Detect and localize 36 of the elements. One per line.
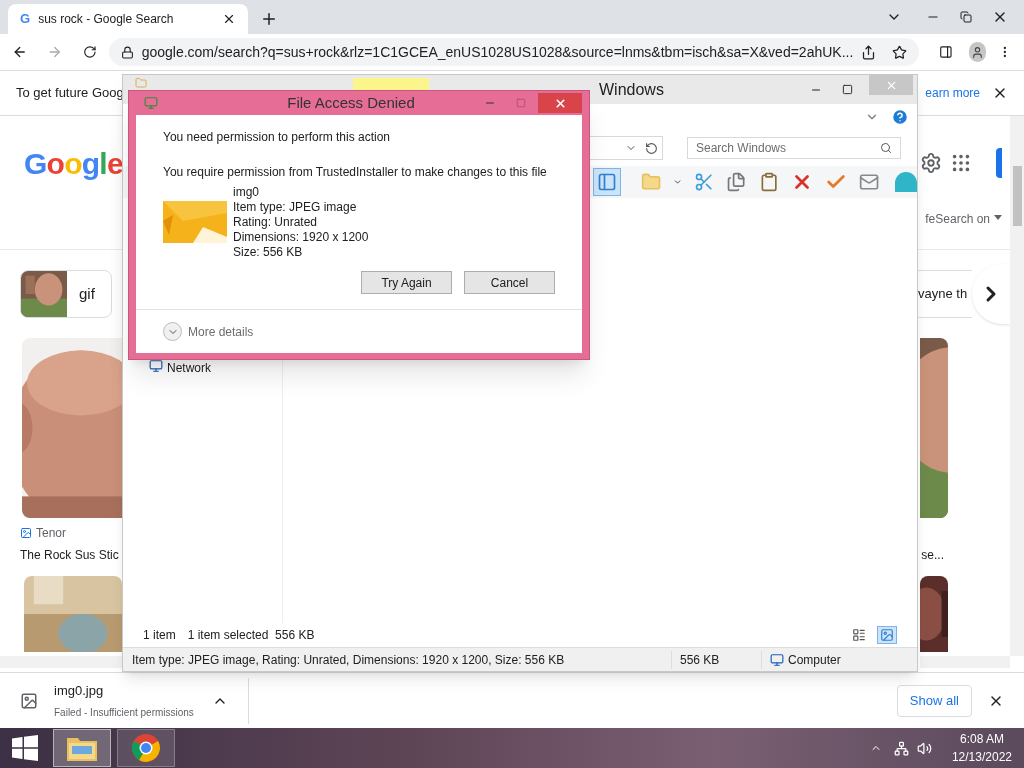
filter-chip[interactable]: gif <box>20 270 112 318</box>
clock-time[interactable]: 6:08 AM <box>959 730 1004 748</box>
window-title: Windows <box>599 79 664 100</box>
download-status: Failed - Insufficient permissions <box>54 705 195 720</box>
safesearch-label[interactable]: feSearch on <box>925 210 990 228</box>
tab-title: sus rock - Google Search <box>38 11 175 28</box>
item-count: 1 item <box>143 627 176 644</box>
result-source[interactable]: Tenor <box>36 524 67 542</box>
dialog-button[interactable]: Cancel <box>464 271 555 294</box>
file-info-line: img0 <box>233 185 260 200</box>
clock-date[interactable]: 12/13/2022 <box>951 748 1012 766</box>
file-info-line: Rating: Unrated <box>233 215 319 230</box>
file-info-line: Dimensions: 1920 x 1200 <box>233 230 369 245</box>
download-filename[interactable]: img0.jpg <box>54 681 204 701</box>
file-info-line: Item type: JPEG image <box>233 200 358 215</box>
dialog-detail: You require permission from TrustedInstaller to make changes to this file <box>163 164 548 181</box>
status-location: Computer <box>788 651 841 669</box>
google-logo[interactable]: Google <box>24 140 123 186</box>
selection-info: 1 item selected 556 KB <box>187 627 315 644</box>
more-details-link[interactable]: More details <box>188 322 254 341</box>
nav-item[interactable]: Network <box>167 359 211 377</box>
status-size: 556 KB <box>671 650 761 669</box>
result-title[interactable]: The Rock Sus Stic <box>20 546 119 564</box>
dialog-button[interactable]: Try Again <box>361 271 452 294</box>
search-field[interactable]: Search Windows <box>687 137 901 159</box>
browser-tab[interactable]: G sus rock - Google Search <box>8 4 248 34</box>
address-bar[interactable]: google.com/search?q=sus+rock&rlz=1C1GCEA_enUS1028US1028&source=lnms&tbm=isch&sa=X&ved=2ahUK... <box>108 38 920 66</box>
dialog-message: You need permission to perform this action <box>163 129 391 146</box>
dialog-title: File Access Denied <box>286 92 416 113</box>
status-details: Item type: JPEG image, Rating: Unrated, Dimensions: 1920 x 1200, Size: 556 KB <box>131 651 566 669</box>
show-all-button[interactable]: Show all <box>896 684 972 717</box>
url-text: google.com/search?q=sus+rock&rlz=1C1GCEA_enUS1028US1028&source=lnms&tbm=isch&sa=X&ved=2ahUK... <box>141 42 854 62</box>
result-title[interactable]: se... <box>921 546 944 564</box>
file-info-line: Size: 556 KB <box>233 245 304 260</box>
google-icon: G <box>20 9 31 29</box>
learn-more-link[interactable]: earn more <box>925 84 980 102</box>
